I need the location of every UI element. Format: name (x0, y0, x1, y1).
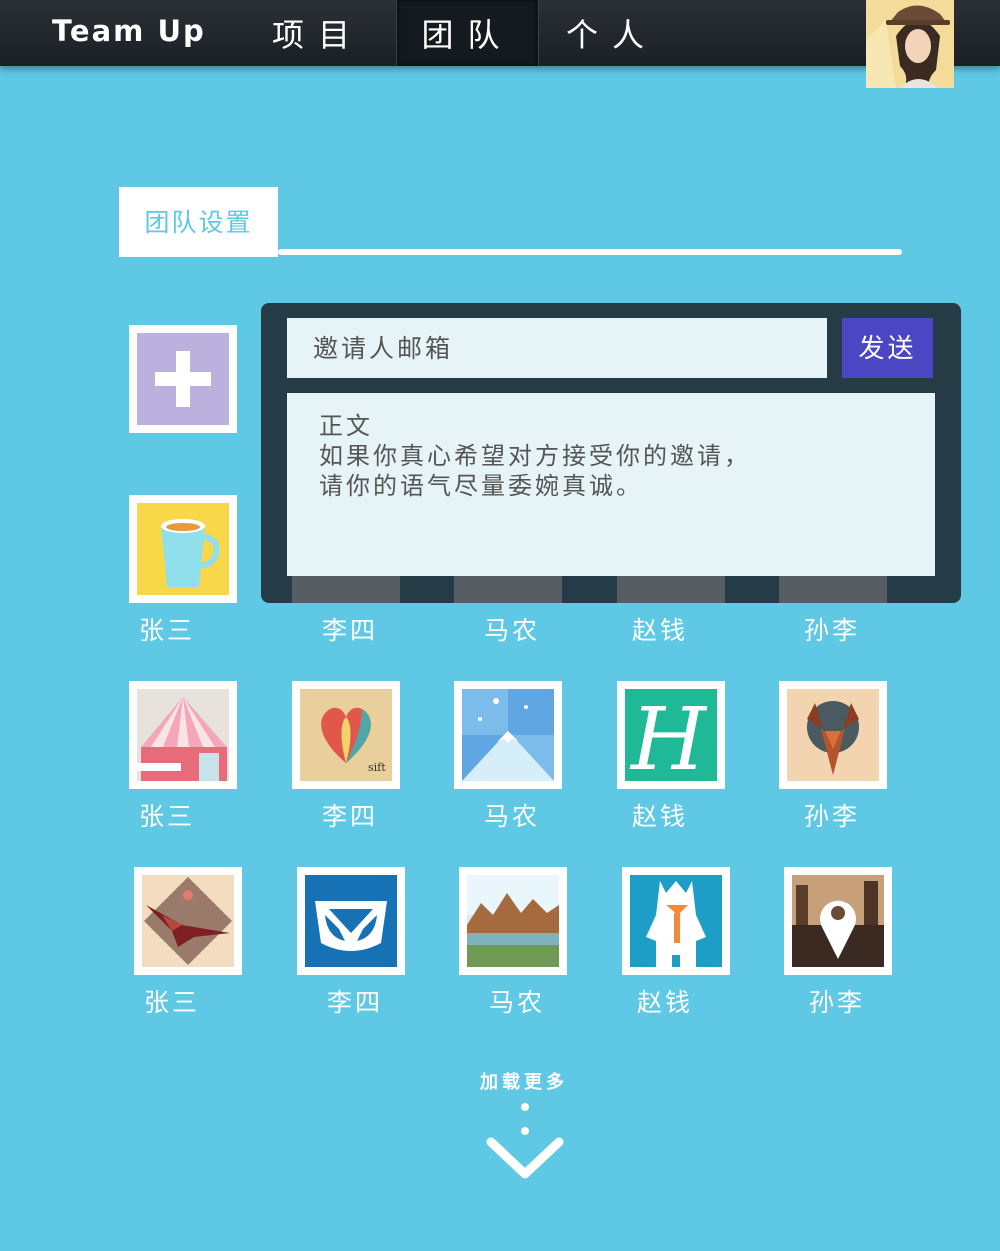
svg-text:sift: sift (368, 761, 386, 774)
member-name: 马农 (484, 802, 541, 831)
balloon-avatar-image: sift (300, 689, 392, 781)
member-avatar[interactable] (134, 867, 242, 975)
member-name: 孙李 (809, 988, 866, 1017)
load-more-dot (521, 1103, 529, 1111)
load-more-dot (521, 1127, 529, 1135)
add-member-button[interactable] (129, 325, 237, 433)
letter-h-avatar-image: H (625, 689, 717, 781)
member-avatar[interactable] (454, 681, 562, 789)
tent-avatar-image (137, 689, 229, 781)
svg-text:H: H (629, 690, 708, 781)
bird-avatar-image (142, 875, 234, 967)
member-avatar[interactable] (622, 867, 730, 975)
send-button[interactable]: 发送 (842, 318, 933, 378)
member-avatar[interactable] (129, 495, 237, 603)
member-avatar[interactable]: H (617, 681, 725, 789)
member-name: 马农 (484, 616, 541, 645)
member-name: 李四 (327, 988, 384, 1017)
member-name: 孙李 (804, 802, 861, 831)
heart-balloon-icon: sift (321, 707, 386, 774)
member-name: 张三 (139, 802, 196, 831)
deer-icon (807, 701, 859, 775)
member-name: 张三 (144, 988, 201, 1017)
tab-personal[interactable]: 个人 (552, 0, 672, 66)
member-avatar[interactable] (784, 867, 892, 975)
member-avatar[interactable] (129, 681, 237, 789)
avatar-portrait-image (866, 0, 954, 88)
member-avatar[interactable]: sift (292, 681, 400, 789)
member-name: 李四 (322, 616, 379, 645)
message-body-title: 正文 (319, 412, 373, 440)
member-avatar[interactable] (779, 681, 887, 789)
tab-projects[interactable]: 项目 (258, 0, 378, 66)
message-body-line: 请你的语气尽量委婉真诚。 (319, 472, 643, 500)
tab-team[interactable]: 团队 (396, 0, 539, 66)
cup-avatar-image (137, 503, 229, 595)
owl-icon (315, 901, 387, 951)
app-logo[interactable]: Team Up (52, 14, 206, 48)
city-pin-avatar-image (792, 875, 884, 967)
member-name: 赵钱 (632, 616, 689, 645)
tent-icon (137, 697, 227, 781)
yeti-avatar-image (630, 875, 722, 967)
invitee-email-input[interactable] (287, 318, 827, 378)
owl-avatar-image (305, 875, 397, 967)
member-name: 孙李 (804, 616, 861, 645)
top-nav-bar: Team Up 项目 团队 个人 (0, 0, 1000, 66)
chevron-down-icon[interactable] (485, 1136, 565, 1182)
message-body-textarea[interactable]: 正文 如果你真心希望对方接受你的邀请， 请你的语气尽量委婉真诚。 (287, 393, 935, 576)
member-name: 赵钱 (637, 988, 694, 1017)
letter-h-icon: H (629, 690, 708, 781)
member-name: 赵钱 (632, 802, 689, 831)
member-name: 李四 (322, 802, 379, 831)
landscape-icon (467, 875, 559, 967)
mountain-icon (462, 689, 554, 781)
plus-icon (155, 351, 211, 407)
yeti-icon (646, 881, 706, 967)
map-pin-icon (792, 875, 884, 967)
section-tab-team-settings[interactable]: 团队设置 (119, 187, 278, 257)
member-name: 张三 (139, 616, 196, 645)
member-avatar[interactable] (459, 867, 567, 975)
load-more-button[interactable]: 加载更多 (468, 1068, 580, 1094)
user-avatar[interactable] (866, 0, 954, 88)
member-avatar[interactable] (297, 867, 405, 975)
message-body-line: 如果你真心希望对方接受你的邀请， (319, 442, 751, 470)
cup-icon (161, 519, 220, 587)
section-divider (278, 249, 902, 255)
landscape-avatar-image (467, 875, 559, 967)
member-name: 马农 (489, 988, 546, 1017)
bird-icon (144, 877, 232, 965)
mountain-avatar-image (462, 689, 554, 781)
add-tile (137, 333, 229, 425)
deer-avatar-image (787, 689, 879, 781)
